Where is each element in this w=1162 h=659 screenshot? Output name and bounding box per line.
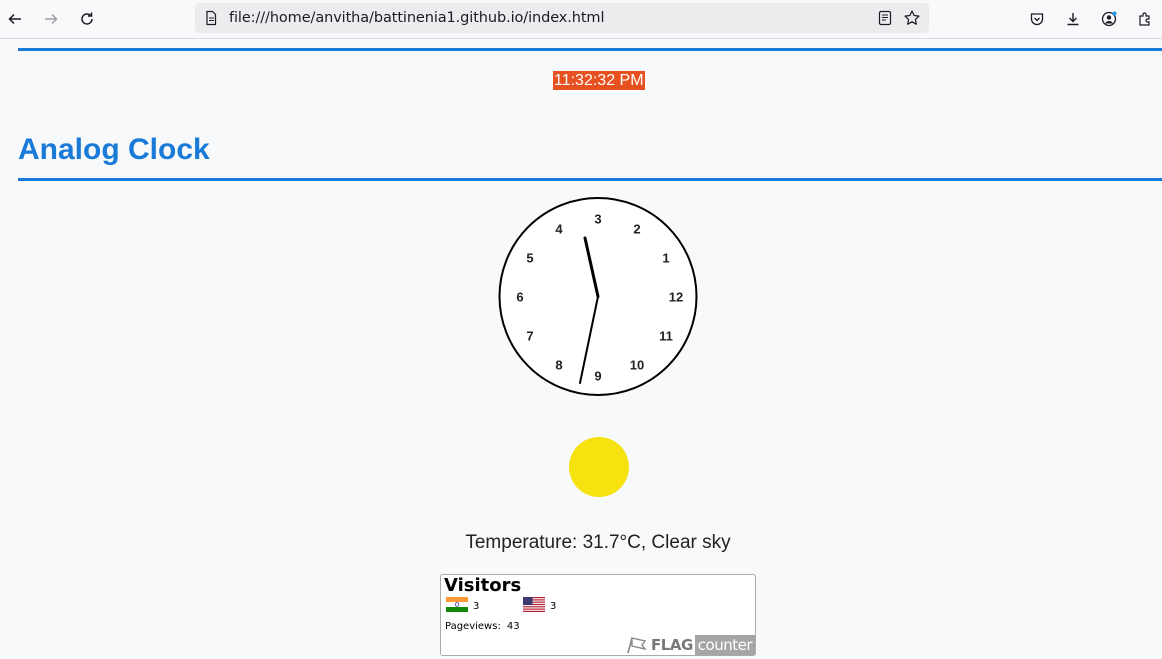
analog-clock: 12 1 2 3 4 5 6 7 8 9 10 11	[498, 196, 698, 397]
visitors-title: Visitors	[444, 575, 522, 596]
clock-number-5: 5	[526, 250, 534, 266]
india-visitor-count: 3	[473, 601, 480, 612]
page-title: Analog Clock	[18, 133, 210, 166]
browser-toolbar: file:///home/anvitha/battinenia1.github.…	[0, 0, 1162, 39]
pageviews-value: 43	[506, 621, 520, 632]
pageviews-label: Pageviews:	[445, 621, 501, 632]
downloads-icon[interactable]	[1060, 6, 1086, 32]
usa-visitor-count: 3	[550, 601, 557, 612]
account-icon[interactable]	[1096, 6, 1122, 32]
flag-counter-widget[interactable]: Visitors 3 3 Pageviews: 43 FLAG counter	[440, 574, 756, 656]
clock-number-12: 12	[668, 289, 684, 305]
flag-counter-brand[interactable]: FLAG counter	[626, 635, 755, 655]
page-icon	[206, 10, 217, 26]
url-bar[interactable]: file:///home/anvitha/battinenia1.github.…	[195, 3, 929, 33]
bookmark-star-icon[interactable]	[903, 9, 921, 27]
india-flag-icon	[446, 597, 468, 612]
pageviews: Pageviews: 43	[445, 621, 520, 632]
flag-counter-logo-icon	[627, 637, 647, 654]
sun-icon	[569, 437, 629, 497]
url-text[interactable]: file:///home/anvitha/battinenia1.github.…	[229, 10, 604, 26]
clock-number-3: 3	[594, 211, 602, 227]
back-icon[interactable]	[2, 6, 28, 32]
clock-number-4: 4	[555, 221, 563, 237]
title-underline	[18, 178, 1162, 181]
weather-text: Temperature: 31.7°C, Clear sky	[465, 532, 731, 553]
digital-clock: 11:32:32 PM	[553, 71, 645, 90]
top-divider	[18, 48, 1162, 51]
clock-number-6: 6	[516, 289, 524, 305]
extensions-icon[interactable]	[1132, 6, 1158, 32]
clock-number-1: 1	[662, 250, 670, 266]
pocket-icon[interactable]	[1024, 6, 1050, 32]
clock-number-2: 2	[633, 221, 641, 237]
clock-number-9: 9	[594, 368, 602, 384]
forward-icon[interactable]	[38, 6, 64, 32]
clock-number-11: 11	[659, 328, 673, 344]
reader-view-icon[interactable]	[876, 9, 894, 27]
usa-flag-icon	[523, 597, 545, 612]
brand-counter-text: counter	[694, 635, 755, 655]
clock-number-10: 10	[629, 357, 645, 373]
clock-number-8: 8	[555, 357, 563, 373]
reload-icon[interactable]	[74, 6, 100, 32]
brand-flag-text: FLAG	[651, 636, 693, 654]
clock-number-7: 7	[526, 328, 534, 344]
